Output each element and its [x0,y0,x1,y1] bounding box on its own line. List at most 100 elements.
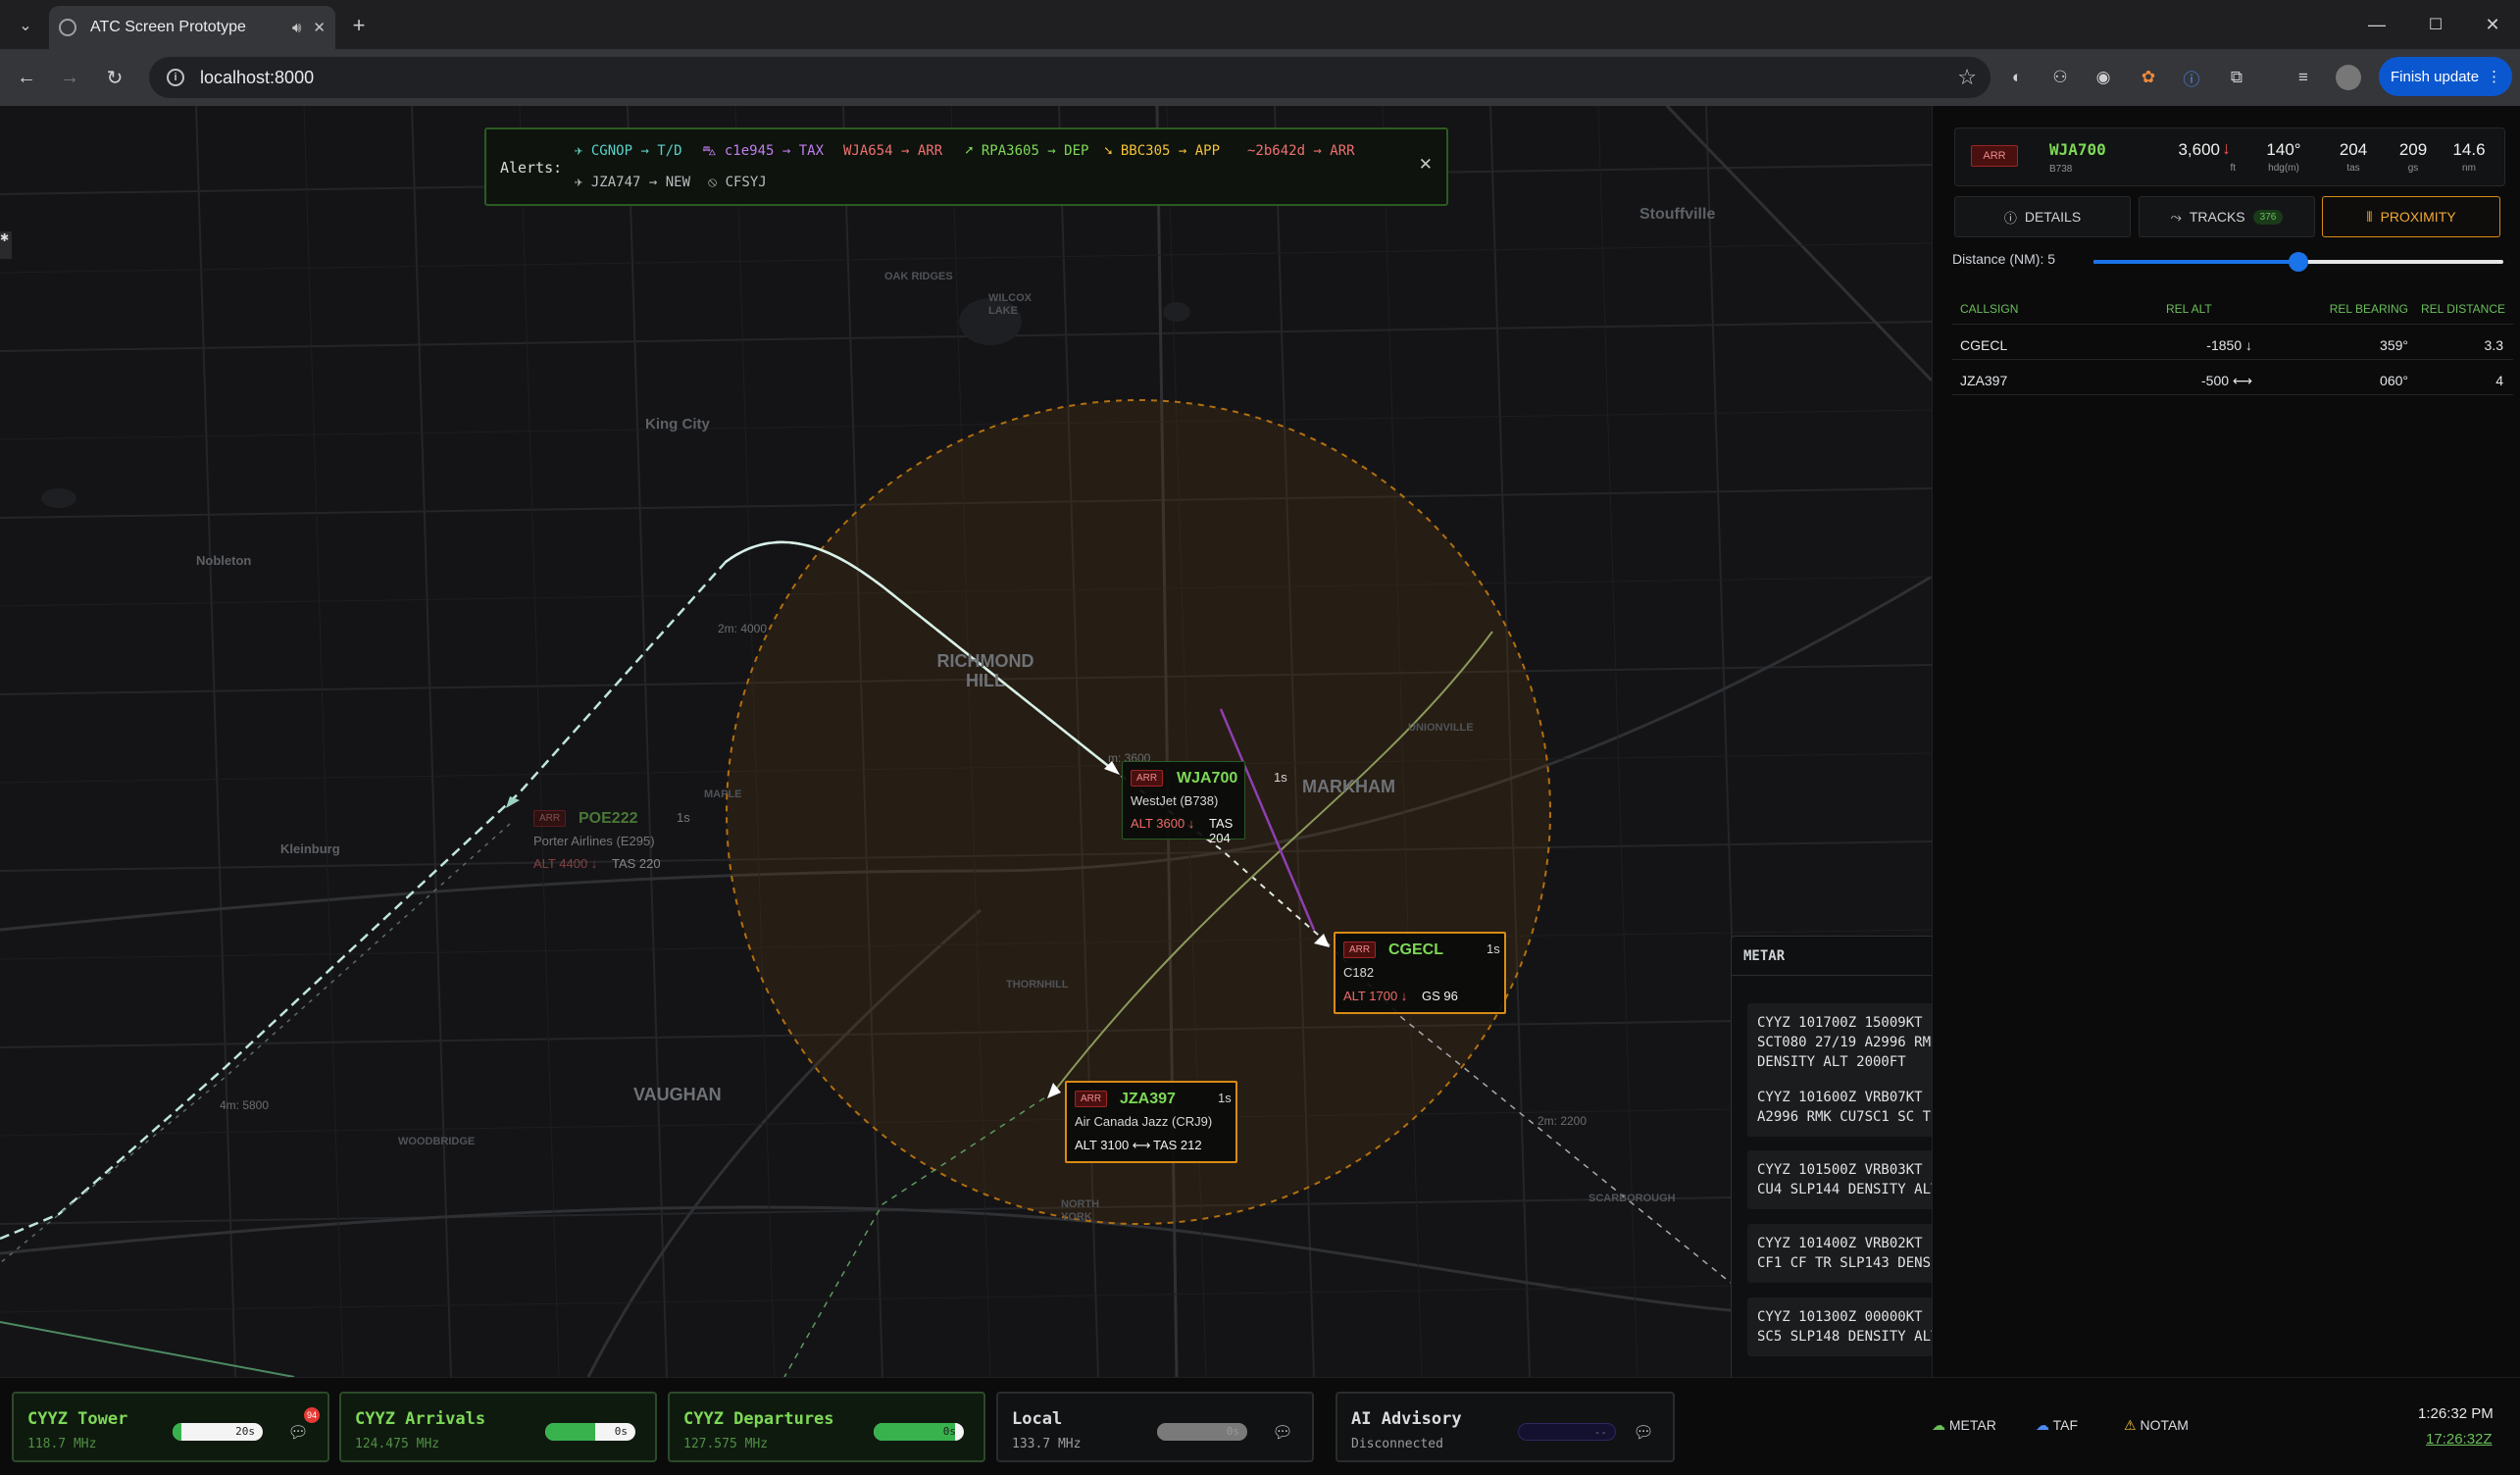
alert-item[interactable]: ➘ BBC305 → APP [1104,143,1220,159]
distance-slider[interactable] [2093,252,2503,272]
place-stouffville: Stouffville [1639,206,1716,223]
level-fill [173,1423,182,1441]
place-nobleton: Nobleton [196,553,252,568]
alert-item[interactable]: WJA654 → ARR [843,143,942,159]
tag-altitude: ALT 3600 ↓ [1131,816,1195,831]
tag-age: 1s [677,810,690,825]
extension-2-icon[interactable]: ⚇ [2047,65,2073,90]
tag-altitude: ALT 1700 ↓ [1343,989,1408,1003]
col-header-rel-alt: REL ALT [2166,302,2212,316]
chat-icon[interactable]: 💬︎ [284,1419,312,1447]
tab-proximity[interactable]: ⦀ PROXIMITY [2322,196,2500,237]
ban-icon: ⦸ [708,175,718,190]
profile-avatar[interactable] [2336,65,2361,90]
tag-age: 1s [1487,941,1500,956]
place-maple: MAPLE [704,788,742,800]
tab-details[interactable]: ⓘ DETAILS [1954,196,2131,237]
aircraft-tag-wja700[interactable]: ARR WJA700 1s WestJet (B738) ALT 3600 ↓ … [1122,761,1287,845]
new-tab-icon[interactable]: + [345,12,373,39]
ai-advisory[interactable]: AI Advisory Disconnected -- 💬︎ [1336,1392,1675,1462]
local-clock: 1:26:32 PM [2418,1405,2494,1422]
window-close-icon[interactable]: ✕ [2473,10,2512,39]
track-altitude-label: 2m: 2200 [1537,1114,1588,1128]
place-unionville: UNIONVILLE [1408,722,1474,734]
frequency-mhz: 124.475 MHz [355,1437,440,1451]
tag-callsign: POE222 [579,810,638,827]
metar-button[interactable]: ☁ METAR [1932,1417,1996,1434]
place-wilcox-lake: WILCOX LAKE [988,292,1032,317]
transmit-level-bar: -- [1518,1423,1616,1441]
alert-item[interactable]: ⦸ CFSYJ [708,175,767,190]
map-side-handle[interactable]: ✱ [0,231,12,259]
media-controls-icon[interactable]: ≡ [2291,65,2316,90]
distance-label: Distance (NM): 5 [1952,251,2056,267]
notam-button[interactable]: ⚠ NOTAM [2124,1417,2189,1434]
row-callsign: JZA397 [1960,373,2008,388]
alert-item[interactable]: ⛍ c1e945 → TAX [702,143,824,161]
distance-slider-thumb[interactable] [2289,252,2308,272]
site-info-icon[interactable]: i [167,69,184,86]
cloud-sun-icon: ☁ [1932,1417,1945,1433]
timer: 0s [614,1425,628,1438]
arr-badge: ARR [1971,145,2018,167]
selected-distance: 14.6 [2452,140,2486,159]
browser-tab[interactable]: ATC Screen Prototype 🔊︎ ✕ [49,6,335,49]
arr-badge: ARR [1343,941,1376,958]
tab-search-chevron-icon[interactable]: ⌄ [12,12,39,39]
close-alerts-icon[interactable]: ✕ [1419,155,1433,175]
extension-1-icon[interactable]: ◐ [2004,65,2030,90]
alert-item[interactable]: ✈ CGNOP → T/D [575,143,682,159]
chat-icon[interactable]: 💬︎ [1630,1419,1657,1447]
selected-altitude: 3,600 [2178,140,2220,159]
frequency-cyyz-tower[interactable]: CYYZ Tower 118.7 MHz 20s 💬︎ 94 [12,1392,329,1462]
extensions-puzzle-icon[interactable]: ⧉ [2224,65,2249,90]
col-header-rel-distance: REL DISTANCE [2420,302,2505,316]
extension-4-icon[interactable]: ✿ [2136,65,2161,90]
proximity-icon: ⦀ [2366,208,2373,225]
col-header-callsign: CALLSIGN [1960,302,2019,316]
aircraft-tag-cgecl[interactable]: ARR CGECL 1s C182 ALT 1700 ↓ GS 96 [1334,932,1506,1014]
aircraft-tag-poe222[interactable]: ARR POE222 1s Porter Airlines (E295) ALT… [526,802,692,881]
taf-button[interactable]: ☁ TAF [2036,1417,2078,1434]
takeoff-icon: ➚ [965,143,974,159]
gs-unit: gs [2407,163,2419,174]
minimize-icon[interactable]: — [2357,10,2396,39]
place-vaughan: VAUGHAN [633,1085,722,1104]
chat-icon[interactable]: 💬︎ [1269,1419,1296,1447]
close-tab-icon[interactable]: ✕ [313,19,326,36]
row-rel-bearing: 060° [2380,373,2408,388]
tab-tracks[interactable]: ⤳ TRACKS 376 [2139,196,2315,237]
utc-clock[interactable]: 17:26:32Z [2426,1431,2493,1448]
tag-callsign: JZA397 [1120,1091,1176,1107]
finish-update-button[interactable]: Finish update ⋮ [2379,57,2512,96]
place-north-york: NORTH YORK [1061,1198,1100,1223]
map-layer [0,106,1932,1377]
bookmark-star-icon[interactable]: ☆ [1957,65,1977,90]
selected-type: B738 [2049,164,2073,175]
frequency-cyyz-arrivals[interactable]: CYYZ Arrivals 124.475 MHz 0s [339,1392,657,1462]
alert-item[interactable]: ✈ JZA747 → NEW [575,175,690,190]
forward-icon[interactable]: → [57,65,82,90]
frequency-cyyz-departures[interactable]: CYYZ Departures 127.575 MHz 0s [668,1392,985,1462]
aircraft-tag-jza397[interactable]: ARR JZA397 1s Air Canada Jazz (CRJ9) ALT… [1065,1081,1237,1163]
frequency-name: AI Advisory [1351,1409,1462,1429]
extension-5-icon[interactable]: ⓘ [2179,65,2204,90]
address-bar[interactable]: i localhost:8000 ☆ [149,57,1991,98]
tag-aircraft-type: Air Canada Jazz (CRJ9) [1075,1114,1213,1129]
extension-3-icon[interactable]: ◉ [2091,65,2116,90]
transmit-level-bar: 20s [173,1423,263,1441]
frequency-mhz: 127.575 MHz [683,1437,769,1451]
tag-age: 1s [1218,1091,1232,1105]
browser-tab-bar: ⌄ ATC Screen Prototype 🔊︎ ✕ + — ☐ ✕ [0,0,2520,49]
reload-icon[interactable]: ↻ [102,65,127,90]
browser-nav-bar: ← → ↻ i localhost:8000 ☆ ◐ ⚇ ◉ ✿ ⓘ ⧉ ≡ F… [0,49,2520,106]
back-icon[interactable]: ← [14,65,39,90]
frequency-local[interactable]: Local 133.7 MHz 0s 💬︎ [996,1392,1314,1462]
maximize-icon[interactable]: ☐ [2416,10,2455,39]
alert-item[interactable]: ~2b642d → ARR [1247,143,1355,159]
radar-map[interactable]: OAK RIDGES WILCOX LAKE King City Nobleto… [0,106,1932,1377]
speaker-icon[interactable]: 🔊︎ [292,20,301,36]
alert-item[interactable]: ➚ RPA3605 → DEP [965,143,1088,159]
tag-aircraft-type: WestJet (B738) [1131,793,1219,808]
distance-slider-fill [2093,260,2298,264]
